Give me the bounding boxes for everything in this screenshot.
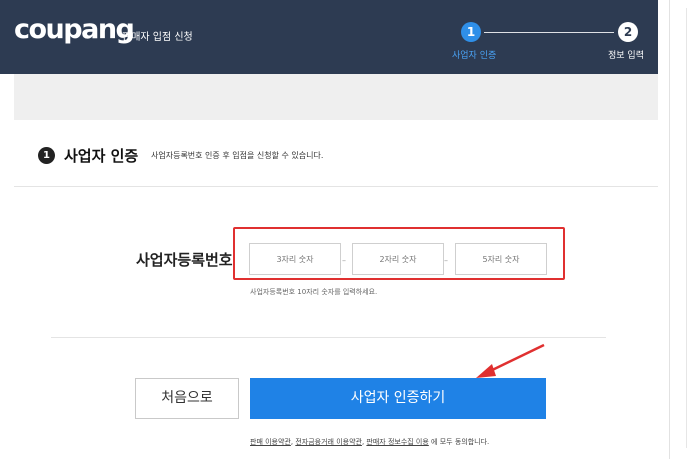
section-title: 사업자 인증: [64, 147, 139, 165]
red-arrow-annotation: [476, 343, 545, 378]
step-1-label: 사업자 인증: [452, 51, 497, 61]
right-side-panel: [669, 0, 695, 459]
business-number-input-1[interactable]: [249, 243, 341, 275]
business-number-label: 사업자등록번호: [136, 251, 233, 269]
e-finance-terms-link[interactable]: 전자금융거래 이용약관: [295, 438, 362, 446]
section-description: 사업자등록번호 인증 후 입점을 신청할 수 있습니다.: [151, 151, 324, 160]
divider: [14, 186, 658, 187]
verify-business-button[interactable]: 사업자 인증하기: [250, 378, 546, 419]
section-number-badge: 1: [38, 147, 55, 164]
step-connector-line: [484, 32, 614, 33]
input-separator: –: [342, 256, 346, 265]
business-number-hint: 사업자등록번호 10자리 숫자를 입력하세요.: [250, 288, 378, 296]
input-separator: –: [444, 256, 448, 265]
scrollbar-track[interactable]: [686, 8, 687, 448]
divider: [51, 337, 606, 338]
sales-terms-link[interactable]: 판매 이용약관: [250, 438, 291, 446]
step-1-indicator: 1: [461, 22, 481, 42]
header-subtitle: 판매자 입점 신청: [122, 32, 193, 43]
grey-band: [14, 74, 658, 120]
business-number-input-3[interactable]: [455, 243, 547, 275]
back-to-start-button[interactable]: 처음으로: [135, 378, 239, 419]
step-2-indicator: 2: [618, 22, 638, 42]
step-2-label: 정보 입력: [608, 51, 644, 61]
seller-info-terms-link[interactable]: 판매자 정보수집 이용: [366, 438, 428, 446]
business-number-input-2[interactable]: [352, 243, 444, 275]
terms-agreement: 판매 이용약관, 전자금융거래 이용약관, 판매자 정보수집 이용 에 모두 동…: [250, 437, 489, 447]
coupang-logo[interactable]: coupang: [14, 14, 135, 45]
site-header: coupang 판매자 입점 신청 1 2 사업자 인증 정보 입력: [0, 0, 658, 74]
terms-agreement-text: 에 모두 동의합니다.: [428, 438, 490, 446]
